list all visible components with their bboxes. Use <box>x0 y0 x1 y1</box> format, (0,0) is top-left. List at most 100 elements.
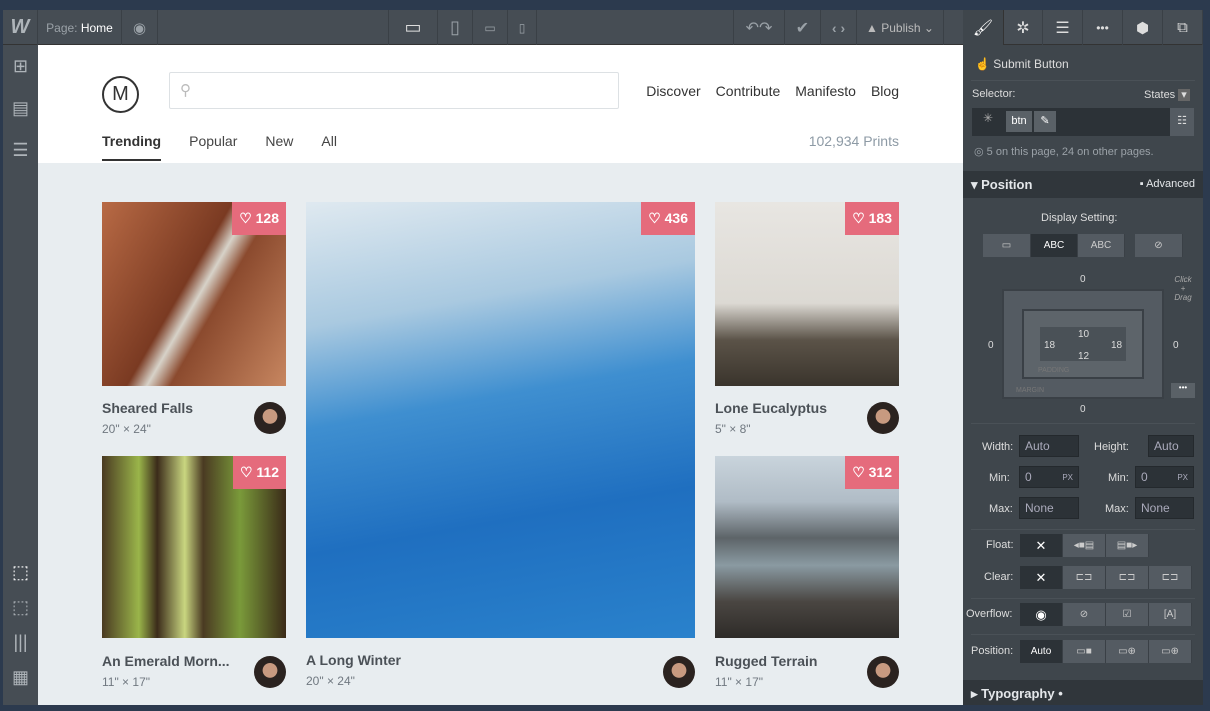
display-none-button[interactable]: ⊘ <box>1135 234 1183 257</box>
site-logo[interactable]: M <box>102 76 139 113</box>
nav-discover[interactable]: Discover <box>646 83 700 99</box>
card-image[interactable]: ♡ 112 <box>102 456 286 638</box>
padding-right[interactable]: 18 <box>1111 340 1122 351</box>
publish-button[interactable]: ▲ Publish ⌄ <box>857 10 944 45</box>
nav-manifesto[interactable]: Manifesto <box>795 83 856 99</box>
card-title[interactable]: An Emerald Morn... <box>102 653 230 669</box>
min-width-input[interactable]: 0 PX <box>1019 466 1079 488</box>
card-image[interactable]: ♡ 183 <box>715 202 899 386</box>
position-relative-button[interactable]: ▭■ <box>1063 640 1106 663</box>
like-badge[interactable]: ♡ 312 <box>845 456 899 489</box>
clear-left-button[interactable]: ⊏⊐ <box>1063 566 1106 589</box>
edit-icon[interactable]: ✎ <box>1034 111 1056 132</box>
like-badge[interactable]: ♡ 183 <box>845 202 899 235</box>
position-section-header[interactable]: ▾ Position ▪ Advanced <box>963 171 1203 198</box>
clear-both-button[interactable]: ⊏⊐ <box>1149 566 1192 589</box>
float-left-button[interactable]: ◂■▤ <box>1063 534 1106 557</box>
all-selector-icon[interactable]: ✳ <box>976 111 1000 132</box>
card-title[interactable]: Lone Eucalyptus <box>715 400 827 416</box>
padding-left[interactable]: 18 <box>1044 340 1055 351</box>
class-tag[interactable]: btn <box>1006 111 1032 132</box>
tab-all[interactable]: All <box>321 133 337 161</box>
like-badge[interactable]: ♡ 128 <box>232 202 286 235</box>
states-dropdown[interactable]: States ▾ <box>1144 88 1190 101</box>
card-title[interactable]: Sheared Falls <box>102 400 193 416</box>
height-input[interactable]: Auto <box>1148 435 1194 457</box>
cube-icon[interactable]: ⬢ <box>1123 10 1163 45</box>
overflow-hidden-button[interactable]: ⊘ <box>1063 603 1106 626</box>
drops-icon[interactable]: ••• <box>1083 10 1123 45</box>
box-model-margin[interactable]: MARGIN PADDING <box>1002 289 1164 399</box>
overflow-visible-button[interactable]: ◉ <box>1020 603 1063 626</box>
code-icon[interactable]: ‹ › <box>821 10 857 45</box>
tablet-icon[interactable]: ▯ <box>438 10 473 45</box>
check-icon[interactable]: ✔ <box>785 10 821 45</box>
card-title[interactable]: A Long Winter <box>306 652 401 668</box>
clear-right-button[interactable]: ⊏⊐ <box>1106 566 1149 589</box>
database-icon[interactable]: ☰ <box>3 129 38 171</box>
max-width-input[interactable]: None <box>1019 497 1079 519</box>
search-input[interactable]: ⚲ <box>169 72 619 109</box>
select-icon[interactable]: ⬚ <box>3 555 38 590</box>
design-canvas[interactable]: M ⚲ Discover Contribute Manifesto Blog T… <box>38 45 963 705</box>
card-image[interactable]: ♡ 312 <box>715 456 899 638</box>
position-absolute-button[interactable]: ▭⊕ <box>1106 640 1149 663</box>
overflow-scroll-button[interactable]: ☑ <box>1106 603 1149 626</box>
grid-icon[interactable]: ||| <box>3 625 38 660</box>
images-icon[interactable]: ⧉ <box>1163 10 1203 45</box>
eye-icon[interactable]: ◉ <box>122 10 158 45</box>
padding-top[interactable]: 10 <box>1078 329 1089 340</box>
preview-icon[interactable]: ⬚ <box>3 590 38 625</box>
page-selector[interactable]: Page: Home <box>38 10 122 45</box>
selector-menu-icon[interactable]: ☷ <box>1170 108 1194 136</box>
position-fixed-button[interactable]: ▭⊕ <box>1149 640 1192 663</box>
layout-icon[interactable]: ▦ <box>3 660 38 695</box>
like-badge[interactable]: ♡ 436 <box>641 202 695 235</box>
margin-left[interactable]: 0 <box>988 340 994 351</box>
margin-bottom[interactable]: 0 <box>1080 404 1086 415</box>
avatar[interactable] <box>254 402 286 434</box>
more-options-icon[interactable]: ••• <box>1171 383 1195 398</box>
card-title[interactable]: Rugged Terrain <box>715 653 817 669</box>
position-auto-button[interactable]: Auto <box>1020 640 1063 663</box>
avatar[interactable] <box>867 656 899 688</box>
display-block-button[interactable]: ▭ <box>983 234 1031 257</box>
max-height-input[interactable]: None <box>1135 497 1194 519</box>
card-image[interactable]: ♡ 436 <box>306 202 695 638</box>
display-inline-block-button[interactable]: ABC <box>1031 234 1078 257</box>
tab-popular[interactable]: Popular <box>189 133 237 161</box>
tab-trending[interactable]: Trending <box>102 133 162 161</box>
margin-top[interactable]: 0 <box>1080 274 1086 285</box>
like-badge[interactable]: ♡ 112 <box>232 456 286 489</box>
add-icon[interactable]: ⊞ <box>3 45 38 87</box>
publish-label: Publish <box>881 20 921 35</box>
tablet-landscape-icon[interactable]: ▭ <box>473 10 508 45</box>
avatar[interactable] <box>254 656 286 688</box>
brush-icon[interactable]: 🖌 <box>963 10 1003 46</box>
tab-new[interactable]: New <box>265 133 293 161</box>
clear-none-button[interactable]: ✕ <box>1020 566 1063 589</box>
avatar[interactable] <box>663 656 695 688</box>
display-inline-button[interactable]: ABC <box>1078 234 1125 257</box>
desktop-icon[interactable]: ▭ <box>388 10 438 45</box>
nav-contribute[interactable]: Contribute <box>716 83 781 99</box>
card-image[interactable]: ♡ 128 <box>102 202 286 386</box>
margin-right[interactable]: 0 <box>1173 340 1179 351</box>
nav-blog[interactable]: Blog <box>871 83 899 99</box>
gear-icon[interactable]: ✲ <box>1003 10 1043 45</box>
undo-redo-icon[interactable]: ↶↷ <box>733 10 785 45</box>
avatar[interactable] <box>867 402 899 434</box>
phone-icon[interactable]: ▯ <box>508 10 537 45</box>
selector-field[interactable]: ✳ btn ✎ ☷ <box>972 108 1194 136</box>
min-height-input[interactable]: 0 PX <box>1135 466 1194 488</box>
padding-bottom[interactable]: 12 <box>1078 351 1089 362</box>
advanced-toggle[interactable]: ▪ Advanced <box>1140 178 1195 190</box>
float-none-button[interactable]: ✕ <box>1020 534 1063 557</box>
overflow-auto-button[interactable]: [A] <box>1149 603 1192 626</box>
float-right-button[interactable]: ▤■▸ <box>1106 534 1149 557</box>
webflow-logo[interactable]: W <box>3 10 38 45</box>
navigator-icon[interactable]: ☰ <box>1043 10 1083 45</box>
typography-section-header[interactable]: ▸ Typography • <box>963 680 1203 705</box>
width-input[interactable]: Auto <box>1019 435 1079 457</box>
pages-icon[interactable]: ▤ <box>3 87 38 129</box>
